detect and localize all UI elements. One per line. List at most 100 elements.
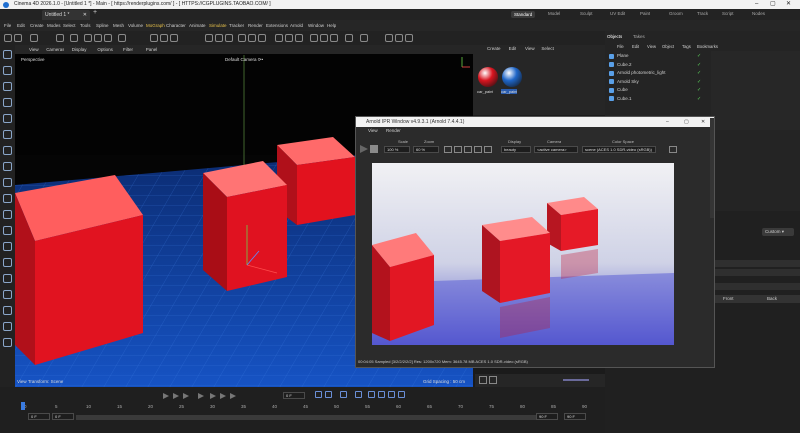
coordinate-icon[interactable] (118, 34, 126, 42)
start-frame-field[interactable]: 0 F (28, 413, 50, 420)
snapshot-icon[interactable] (454, 146, 462, 153)
visibility-check-icon[interactable]: ✓ (697, 96, 701, 102)
play-icon[interactable] (198, 393, 204, 399)
mini-slider[interactable] (563, 379, 589, 381)
material-menu-create[interactable]: Create (487, 45, 501, 53)
point-icon[interactable] (388, 391, 395, 398)
layout-tab-standard[interactable]: Standard (511, 11, 536, 18)
close-tab-icon[interactable]: ✕ (83, 10, 87, 20)
menu-window[interactable]: Window (308, 20, 324, 31)
pla-icon[interactable] (378, 391, 385, 398)
layout-tab-nodes[interactable]: Nodes (752, 11, 765, 16)
objects-menu-view[interactable]: View (647, 43, 656, 50)
left-points-icon[interactable] (3, 146, 12, 155)
viewport-menu-view[interactable]: View (29, 45, 39, 54)
pen-icon[interactable] (215, 34, 223, 42)
menu-tracker[interactable]: Tracker (229, 20, 244, 31)
search-icon[interactable] (395, 34, 403, 42)
menu-edit[interactable]: Edit (17, 20, 25, 31)
arnold-minimize-button[interactable]: – (666, 117, 669, 127)
document-tab[interactable]: Untitled 1 * ✕ (42, 10, 90, 20)
render-settings-icon[interactable] (170, 34, 178, 42)
prev-key-icon[interactable] (173, 393, 179, 399)
material-menu-select[interactable]: Select (541, 45, 554, 53)
visibility-check-icon[interactable]: ✓ (697, 70, 701, 76)
left-magnet-icon[interactable] (3, 306, 12, 315)
end-frame-field[interactable]: 90 F (536, 413, 558, 420)
viewport-menu-options[interactable]: Options (97, 45, 113, 54)
render-view-icon[interactable] (150, 34, 158, 42)
visibility-check-icon[interactable]: ✓ (697, 79, 701, 85)
custom-dropdown[interactable]: Custom ▾ (762, 228, 794, 236)
objects-menu-file[interactable]: File (617, 43, 624, 50)
menu-create[interactable]: Create (30, 20, 44, 31)
box-icon[interactable] (70, 34, 78, 42)
viewport-menu-panel[interactable]: Panel (146, 45, 158, 54)
object-row[interactable]: Arnold photometric_light ✓ (605, 69, 711, 77)
prev-frame-icon[interactable] (183, 393, 189, 399)
current-frame-field[interactable]: 0 F (283, 392, 305, 399)
first-frame-icon[interactable] (163, 393, 169, 399)
left-axis-icon[interactable] (3, 226, 12, 235)
left-sculpt-icon[interactable] (3, 274, 12, 283)
objects-tab-objects[interactable]: Objects (607, 33, 622, 41)
object-row[interactable]: Cube.2 ✓ (605, 61, 711, 69)
arnold-maximize-button[interactable]: ▢ (684, 117, 689, 127)
viewport-menu-cameras[interactable]: Cameras (46, 45, 64, 54)
viewport-menu-filter[interactable]: Filter (123, 45, 133, 54)
tracker-icon[interactable] (360, 34, 368, 42)
camera-icon[interactable] (275, 34, 283, 42)
cloner-icon[interactable] (238, 34, 246, 42)
color-space-dropdown[interactable]: scene (ACES 1.0 SDR-video (sRGB)) (582, 146, 656, 153)
layout-tab-script[interactable]: Script (722, 11, 734, 16)
z-axis-icon[interactable] (104, 34, 112, 42)
menu-file[interactable]: File (4, 20, 11, 31)
close-button[interactable]: ✕ (786, 0, 791, 9)
arnold-window-title-bar[interactable]: Arnold IPR Window v4.9.3.1 (Arnold 7.4.4… (356, 117, 714, 127)
new-tab-button[interactable]: + (93, 9, 97, 16)
objects-tab-takes[interactable]: Takes (633, 33, 645, 41)
deformer-icon[interactable] (225, 34, 233, 42)
move-icon[interactable] (56, 34, 64, 42)
object-row[interactable]: Arnold Sky ✓ (605, 78, 711, 86)
start-frame-field-2[interactable]: 0 F (52, 413, 74, 420)
menu-extensions[interactable]: Extensions (266, 20, 288, 31)
snap-icon[interactable] (310, 34, 318, 42)
left-model-icon[interactable] (3, 194, 12, 203)
workplane-icon[interactable] (320, 34, 328, 42)
viewport-menu-display[interactable]: Display (72, 45, 87, 54)
menu-simulate[interactable]: Simulate (209, 20, 227, 31)
menu-animate[interactable]: Animate (189, 20, 206, 31)
visibility-check-icon[interactable]: ✓ (697, 87, 701, 93)
viewport-camera-label[interactable]: Default Camera ⟳• (225, 57, 263, 63)
select-icon[interactable] (30, 34, 38, 42)
undo-icon[interactable] (4, 34, 12, 42)
motion-icon[interactable] (355, 391, 362, 398)
redo-icon[interactable] (14, 34, 22, 42)
save-image-icon[interactable] (474, 146, 482, 153)
autokey-icon[interactable] (325, 391, 332, 398)
display-dropdown[interactable]: beauty (501, 146, 531, 153)
objects-menu-bookmarks[interactable]: Bookmarks (697, 43, 718, 50)
effector-icon[interactable] (248, 34, 256, 42)
grid-icon[interactable] (330, 34, 338, 42)
scale-field[interactable]: 100 % (384, 146, 410, 153)
record-icon[interactable] (340, 391, 347, 398)
light-bulb-icon[interactable] (385, 34, 393, 42)
minimize-button[interactable]: – (755, 0, 758, 9)
layout-tab-model[interactable]: Model (548, 11, 560, 16)
left-brush-icon[interactable] (3, 322, 12, 331)
object-row[interactable]: Cube ✓ (605, 86, 711, 94)
menu-render[interactable]: Render (248, 20, 263, 31)
menu-character[interactable]: Character (166, 20, 186, 31)
left-rotate-icon[interactable] (3, 114, 12, 123)
menu-modes[interactable]: Modes (47, 20, 61, 31)
object-row[interactable]: Cube.1 ✓ (605, 95, 711, 103)
floor-icon[interactable] (295, 34, 303, 42)
light-icon[interactable] (285, 34, 293, 42)
objects-menu-edit[interactable]: Edit (632, 43, 639, 50)
maximize-button[interactable]: ▢ (770, 0, 776, 9)
menu-mograph[interactable]: MoGraph (146, 20, 165, 31)
arnold-menu-render[interactable]: Render (386, 127, 401, 135)
refresh-icon[interactable] (669, 146, 677, 153)
